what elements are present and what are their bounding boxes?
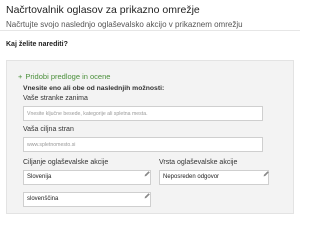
suggestions-panel: + Pridobi predloge in ocene Vnesite eno a… — [6, 60, 294, 214]
edit-location-pencil-icon[interactable] — [143, 170, 151, 178]
panel-title: Pridobi predloge in ocene — [25, 72, 111, 81]
header-divider — [0, 30, 300, 31]
page-title: Načrtovalnik oglasov za prikazno omrežje — [6, 4, 200, 16]
interests-input[interactable]: Vnesite ključne besede, kategorije ali s… — [23, 106, 263, 121]
campaign-type-label: Vrsta oglaševalske akcije — [159, 159, 238, 166]
location-value: Slovenija — [27, 174, 52, 180]
language-box[interactable]: slovenščina — [23, 192, 151, 207]
location-box[interactable]: Slovenija — [23, 170, 151, 185]
campaign-type-value: Neposreden odgovor — [163, 174, 220, 180]
collapse-sign: + — [18, 72, 23, 81]
instruction-text: Vnesite eno ali obe od naslednjih možnos… — [23, 85, 165, 92]
language-value: slovenščina — [27, 196, 59, 202]
targeting-label: Ciljanje oglaševalske akcije — [23, 159, 109, 166]
panel-toggle[interactable]: + Pridobi predloge in ocene — [18, 72, 110, 81]
edit-language-pencil-icon[interactable] — [143, 192, 151, 200]
page-subtitle: Načrtujte svojo naslednjo oglaševalsko a… — [6, 20, 243, 29]
interests-label: Vaše stranke zanima — [23, 95, 88, 102]
edit-campaign-type-pencil-icon[interactable] — [262, 170, 270, 178]
campaign-type-box[interactable]: Neposreden odgovor — [159, 170, 269, 185]
page-header: Načrtovalnik oglasov za prikazno omrežje… — [6, 4, 243, 30]
landing-page-input[interactable]: www.spletnomesto.si — [23, 137, 263, 152]
landing-page-label: Vaša ciljna stran — [23, 126, 74, 133]
section-question: Kaj želite narediti? — [6, 41, 68, 48]
